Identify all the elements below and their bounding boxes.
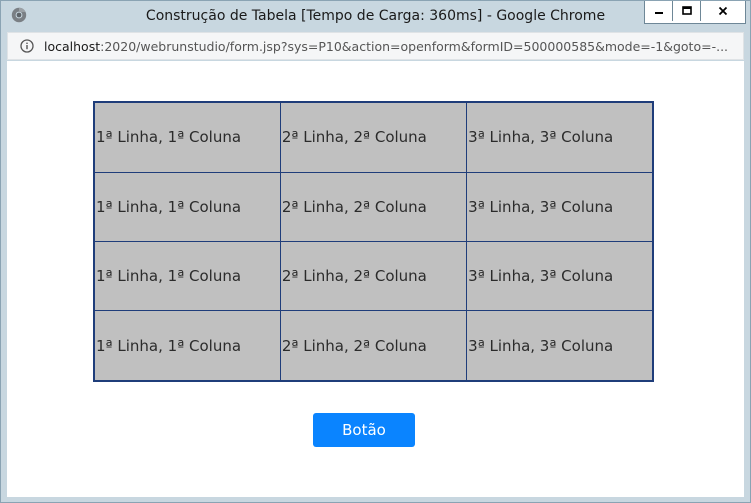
maximize-button[interactable]	[673, 1, 701, 21]
minimize-button[interactable]	[645, 1, 673, 21]
table-cell: 2ª Linha, 2ª Coluna	[279, 171, 468, 242]
table-cell: 2ª Linha, 2ª Coluna	[279, 310, 468, 382]
table-cell: 3ª Linha, 3ª Coluna	[466, 171, 654, 242]
table-cell: 1ª Linha, 1ª Coluna	[93, 171, 281, 242]
url-path: :2020/webrunstudio/form.jsp?sys=P10&acti…	[100, 39, 729, 54]
table-row: 1ª Linha, 1ª Coluna 2ª Linha, 2ª Coluna …	[93, 171, 654, 242]
table-row: 1ª Linha, 1ª Coluna 2ª Linha, 2ª Coluna …	[93, 101, 654, 173]
maximize-icon	[681, 6, 692, 15]
window-controls	[644, 1, 746, 24]
table-row: 1ª Linha, 1ª Coluna 2ª Linha, 2ª Coluna …	[93, 240, 654, 312]
url-text[interactable]: localhost:2020/webrunstudio/form.jsp?sys…	[44, 39, 728, 54]
browser-window: Construção de Tabela [Tempo de Carga: 36…	[0, 0, 751, 503]
close-icon	[718, 6, 728, 16]
table-cell: 1ª Linha, 1ª Coluna	[93, 310, 281, 382]
url-host: localhost	[44, 39, 101, 54]
table-cell: 3ª Linha, 3ª Coluna	[466, 101, 654, 173]
table-cell: 1ª Linha, 1ª Coluna	[93, 101, 281, 173]
close-button[interactable]	[701, 1, 745, 21]
data-table: 1ª Linha, 1ª Coluna 2ª Linha, 2ª Coluna …	[93, 101, 654, 382]
table-cell: 3ª Linha, 3ª Coluna	[466, 240, 654, 312]
minimize-icon	[654, 12, 663, 14]
table-cell: 3ª Linha, 3ª Coluna	[466, 310, 654, 382]
address-bar[interactable]: localhost:2020/webrunstudio/form.jsp?sys…	[7, 32, 744, 60]
table-row: 1ª Linha, 1ª Coluna 2ª Linha, 2ª Coluna …	[93, 310, 654, 382]
info-icon[interactable]	[20, 39, 34, 53]
table-cell: 2ª Linha, 2ª Coluna	[279, 240, 468, 312]
page-content: 1ª Linha, 1ª Coluna 2ª Linha, 2ª Coluna …	[7, 61, 744, 497]
window-title: Construção de Tabela [Tempo de Carga: 36…	[145, 8, 606, 24]
title-bar[interactable]: Construção de Tabela [Tempo de Carga: 36…	[1, 1, 750, 31]
action-button[interactable]: Botão	[313, 413, 415, 447]
table-cell: 1ª Linha, 1ª Coluna	[93, 240, 281, 312]
table-cell: 2ª Linha, 2ª Coluna	[279, 101, 468, 173]
